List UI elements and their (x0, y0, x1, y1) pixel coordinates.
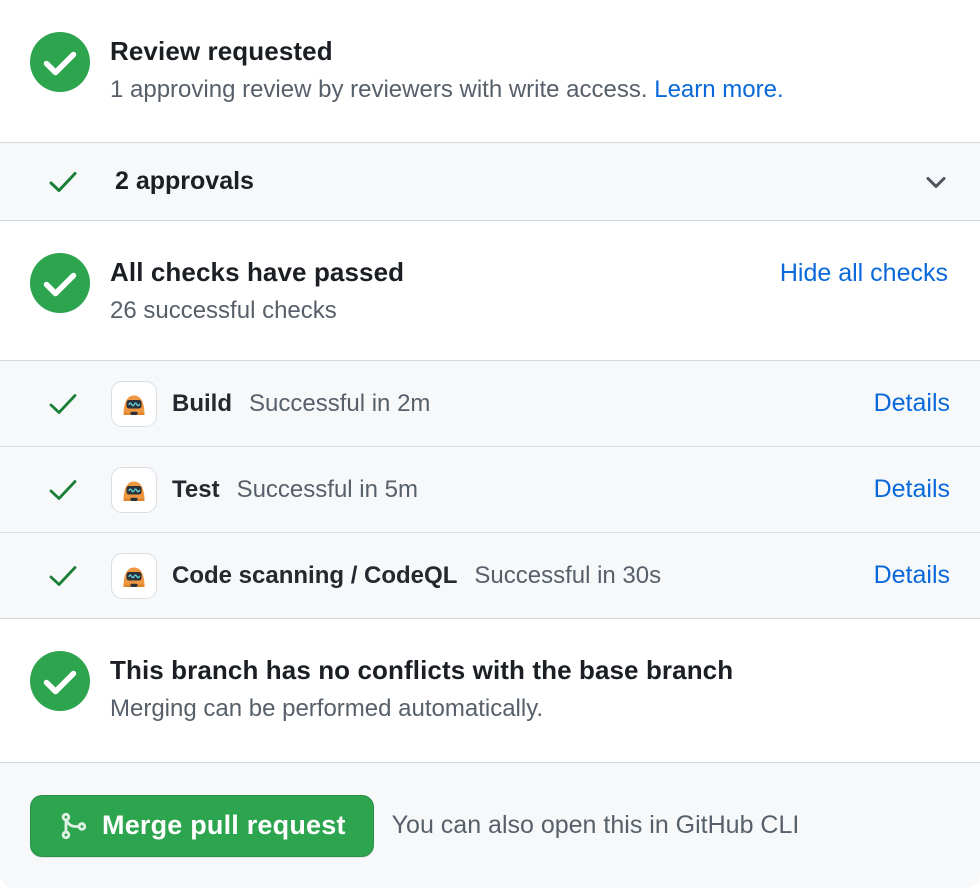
review-requested-title: Review requested (110, 34, 784, 68)
check-icon (48, 564, 78, 588)
no-conflicts-texts: This branch has no conflicts with the ba… (110, 649, 733, 724)
check-row-test: Test Successful in 5m Details (0, 447, 980, 533)
all-checks-texts: All checks have passed 26 successful che… (110, 251, 404, 326)
details-link[interactable]: Details (874, 389, 950, 418)
details-link[interactable]: Details (874, 475, 950, 504)
check-row-build: Build Successful in 2m Details (0, 361, 980, 447)
chevron-down-icon[interactable] (922, 168, 950, 196)
check-row-code-scanning: Code scanning / CodeQL Successful in 30s… (0, 533, 980, 619)
check-status: Successful in 5m (237, 476, 418, 504)
check-circle-icon (30, 32, 90, 92)
no-conflicts-title: This branch has no conflicts with the ba… (110, 653, 733, 687)
check-status: Successful in 2m (249, 390, 430, 418)
check-list: Build Successful in 2m Details Test Succ… (0, 361, 980, 619)
all-checks-title: All checks have passed (110, 255, 404, 289)
merge-footer: Merge pull request You can also open thi… (0, 763, 980, 888)
check-icon (48, 392, 78, 416)
check-name: Code scanning / CodeQL (172, 562, 457, 590)
learn-more-link[interactable]: Learn more. (654, 76, 783, 103)
check-status: Successful in 30s (474, 562, 661, 590)
approvals-row[interactable]: 2 approvals (0, 143, 980, 221)
bot-avatar-icon (111, 553, 157, 599)
check-icon (48, 170, 78, 194)
git-merge-icon (58, 811, 88, 841)
no-conflicts-subtitle: Merging can be performed automatically. (110, 694, 733, 724)
pr-merge-box: Review requested 1 approving review by r… (0, 0, 980, 888)
merge-button-label: Merge pull request (102, 810, 346, 841)
approvals-label: 2 approvals (115, 167, 254, 196)
hide-all-checks-link[interactable]: Hide all checks (780, 259, 948, 288)
review-description-text: 1 approving review by reviewers with wri… (110, 76, 648, 103)
no-conflicts-section: This branch has no conflicts with the ba… (0, 619, 980, 763)
cli-hint-text: You can also open this in GitHub CLI (392, 811, 800, 840)
all-checks-section: All checks have passed 26 successful che… (0, 221, 980, 361)
review-requested-section: Review requested 1 approving review by r… (0, 0, 980, 143)
check-circle-icon (30, 651, 90, 711)
review-requested-texts: Review requested 1 approving review by r… (110, 30, 784, 105)
check-name: Test (172, 476, 220, 504)
details-link[interactable]: Details (874, 561, 950, 590)
check-icon (48, 478, 78, 502)
bot-avatar-icon (111, 381, 157, 427)
check-circle-icon (30, 253, 90, 313)
merge-pull-request-button[interactable]: Merge pull request (30, 795, 374, 857)
all-checks-subtitle: 26 successful checks (110, 296, 404, 326)
review-requested-description: 1 approving review by reviewers with wri… (110, 75, 784, 105)
check-name: Build (172, 390, 232, 418)
bot-avatar-icon (111, 467, 157, 513)
